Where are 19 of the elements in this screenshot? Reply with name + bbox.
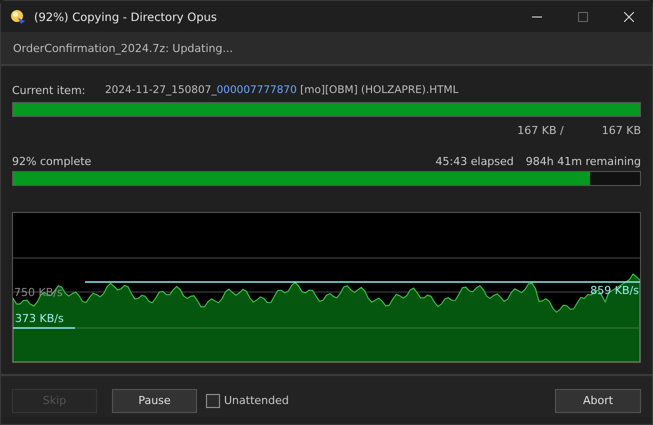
elapsed-time: 45:43 elapsed — [436, 154, 514, 168]
percent-complete: 92% complete — [12, 154, 92, 168]
close-icon[interactable] — [624, 12, 634, 22]
window-title: (92%) Copying - Directory Opus — [34, 10, 218, 24]
size-total: 167 KB — [602, 124, 641, 136]
action-button[interactable]: Pause — [112, 388, 197, 412]
abort-button[interactable]: Abort — [555, 388, 641, 412]
checkbox[interactable] — [206, 394, 220, 408]
size-done: 167 KB / — [517, 124, 564, 136]
app-icon — [10, 8, 26, 24]
average-speed-label: 373 KB/s — [15, 312, 64, 325]
current-speed-label: 859 KB/s — [590, 284, 639, 297]
remaining-time: 984h 41m remaining — [526, 154, 641, 168]
current-item-label: Current item: — [12, 84, 86, 96]
maximize-icon[interactable] — [578, 12, 588, 22]
current-item-name: 2024-11-27_150807_000007777870 [mo][OBM] (HOLZAPRE).HTML — [105, 84, 458, 96]
checkbox-label: Unattended — [224, 394, 289, 407]
operation-status: OrderConfirmation_2024.7z: Updating... — [13, 42, 233, 54]
average-speed-line — [13, 327, 75, 329]
